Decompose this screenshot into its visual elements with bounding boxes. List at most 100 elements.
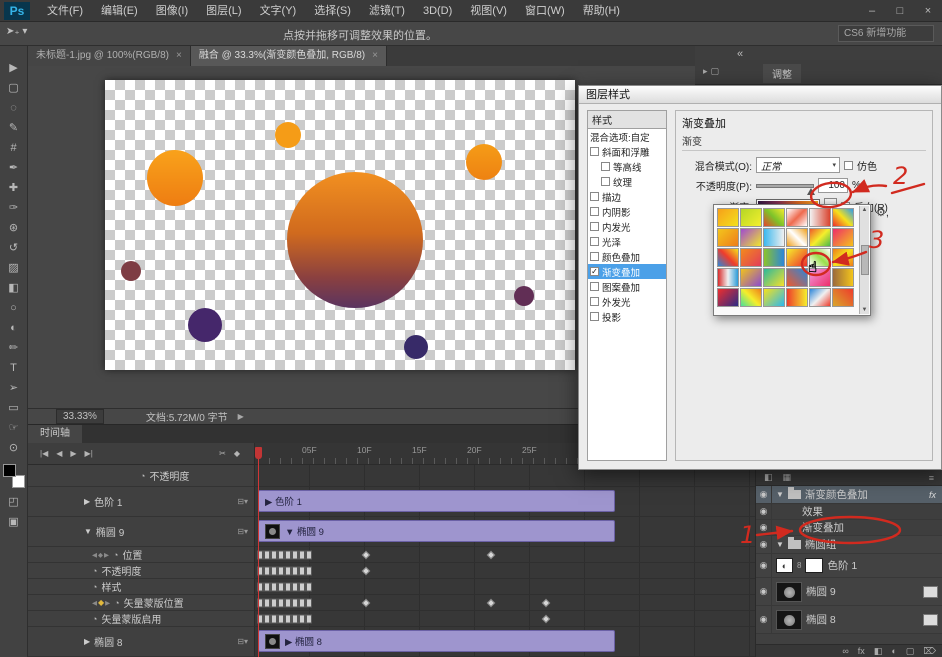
keyframe-nav-add-icon[interactable]: ◆ (98, 551, 103, 559)
stopwatch-icon[interactable]: ◔ (114, 598, 119, 608)
layers-header-icon-0[interactable]: ◧ (764, 472, 773, 483)
menu-item-2[interactable]: 图像(I) (147, 0, 197, 22)
layer-row-4[interactable]: ◉◐8色阶 1 (756, 554, 942, 578)
blur-tool[interactable]: ○ (2, 298, 26, 318)
workspace-switcher[interactable]: CS6 新增功能 (838, 25, 934, 42)
keyframe-cluster[interactable] (257, 566, 312, 575)
gradient-preset-23[interactable] (809, 268, 831, 287)
dither-checkbox[interactable] (844, 161, 853, 170)
keyframe-cluster[interactable] (257, 582, 312, 591)
timeline-lane[interactable] (255, 547, 755, 563)
maximize-button[interactable]: □ (886, 0, 914, 22)
keyframe-cluster[interactable] (257, 550, 312, 559)
style-checkbox[interactable] (590, 192, 599, 201)
layers-footer-icon-3[interactable]: ◐ (891, 646, 896, 656)
fx-badge[interactable]: fx (929, 490, 938, 500)
timeline-track-label[interactable]: ◔矢量蒙版启用 (28, 611, 255, 627)
menu-item-4[interactable]: 文字(Y) (251, 0, 306, 22)
timeline-track-label[interactable]: ◔不透明度 (28, 465, 255, 487)
prev-frame-button[interactable]: ◀ (52, 449, 66, 458)
style-item-7[interactable]: 光泽 (588, 234, 666, 249)
timeline-track-label[interactable]: ▶椭圆 8⊟▾ (28, 627, 255, 657)
tab-close-icon[interactable]: × (372, 46, 378, 66)
picker-scrollbar[interactable]: ▲▼ (859, 206, 869, 314)
stopwatch-icon[interactable]: ◔ (92, 582, 97, 592)
style-checkbox[interactable]: ✓ (590, 267, 599, 276)
timeline-lane[interactable] (255, 595, 755, 611)
keyframe-nav-prev-icon[interactable]: ◀ (92, 551, 97, 559)
style-checkbox[interactable] (590, 207, 599, 216)
timeline-track-label[interactable]: ▶色阶 1⊟▾ (28, 487, 255, 517)
visibility-eye-icon[interactable]: ◉ (756, 504, 772, 519)
keyframe-nav-add-icon[interactable]: ◆ (98, 598, 104, 607)
menu-item-0[interactable]: 文件(F) (38, 0, 92, 22)
gradient-preset-16[interactable] (786, 248, 808, 267)
stopwatch-icon[interactable]: ◔ (113, 550, 118, 560)
eyedropper-tool[interactable]: ✒ (2, 158, 26, 178)
circle-maroon-small[interactable] (121, 261, 141, 281)
keyframe-diamond[interactable] (362, 550, 370, 558)
gradient-preset-5[interactable] (809, 208, 831, 227)
layers-header-icon-2[interactable]: ≡ (929, 473, 934, 483)
quick-select-tool[interactable]: ✎ (2, 118, 26, 138)
visibility-eye-icon[interactable]: ◉ (756, 578, 772, 605)
style-checkbox[interactable] (590, 282, 599, 291)
style-item-4[interactable]: 描边 (588, 189, 666, 204)
style-checkbox[interactable] (590, 312, 599, 321)
style-item-8[interactable]: 颜色叠加 (588, 249, 666, 264)
opacity-value[interactable]: 100 (818, 178, 848, 193)
style-checkbox[interactable] (590, 252, 599, 261)
menu-item-6[interactable]: 滤镜(T) (360, 0, 414, 22)
tool-preset-icon[interactable]: ➤₊ ▾ (6, 26, 27, 37)
circle-large-center[interactable] (287, 172, 423, 308)
expander-icon[interactable]: ▼ (776, 540, 784, 549)
quick-mask-button[interactable]: ◰ (2, 492, 26, 512)
healing-brush-tool[interactable]: ✚ (2, 178, 26, 198)
duration-bar[interactable]: ▶ 椭圆 8 (258, 630, 615, 652)
circle-purple-left[interactable] (188, 308, 222, 342)
style-checkbox[interactable] (601, 177, 610, 186)
tab-timeline[interactable]: 时间轴 (28, 425, 82, 443)
layer-row-5[interactable]: ◉椭圆 9 (756, 578, 942, 606)
lasso-tool[interactable]: ◌ (2, 98, 26, 118)
visibility-eye-icon[interactable]: ◉ (756, 606, 772, 633)
keyframe-cluster[interactable] (257, 614, 312, 623)
visibility-eye-icon[interactable]: ◉ (756, 520, 772, 535)
stopwatch-icon[interactable]: ◔ (92, 566, 97, 576)
gradient-preset-6[interactable] (832, 208, 854, 227)
menu-item-8[interactable]: 视图(V) (461, 0, 516, 22)
gradient-tool[interactable]: ◧ (2, 278, 26, 298)
style-item-1[interactable]: 斜面和浮雕 (588, 144, 666, 159)
keyframe-diamond[interactable] (362, 598, 370, 606)
scroll-up-icon[interactable]: ▲ (862, 207, 868, 213)
stopwatch-icon[interactable]: ◔ (92, 614, 97, 624)
zoom-level[interactable]: 33.33% (56, 409, 104, 424)
style-item-0[interactable]: 混合选项:自定 (588, 129, 666, 144)
timeline-lane[interactable] (255, 611, 755, 627)
style-item-12[interactable]: 投影 (588, 309, 666, 324)
keyframe-nav-next-icon[interactable]: ▶ (104, 551, 109, 559)
gradient-preset-15[interactable] (763, 248, 785, 267)
move-tool[interactable]: ▶ (2, 58, 26, 78)
gradient-preset-10[interactable] (786, 228, 808, 247)
expander-icon[interactable]: ▼ (84, 527, 92, 536)
keyframe-diamond[interactable] (487, 598, 495, 606)
timeline-lane[interactable]: ▶ 色阶 1 (255, 487, 755, 517)
visibility-eye-icon[interactable]: ◉ (756, 554, 772, 577)
menu-item-3[interactable]: 图层(L) (197, 0, 250, 22)
menu-item-9[interactable]: 窗口(W) (516, 0, 574, 22)
style-item-10[interactable]: 图案叠加 (588, 279, 666, 294)
menu-item-5[interactable]: 选择(S) (305, 0, 360, 22)
eraser-tool[interactable]: ▨ (2, 258, 26, 278)
gradient-preset-3[interactable] (763, 208, 785, 227)
foreground-color-swatch[interactable] (3, 464, 16, 477)
gradient-preset-9[interactable] (763, 228, 785, 247)
style-checkbox[interactable] (590, 237, 599, 246)
minimize-button[interactable]: – (858, 0, 886, 22)
collapse-panels-icon[interactable]: « (737, 48, 743, 60)
layer-row-3[interactable]: ◉▼椭圆组 (756, 536, 942, 554)
dock-panel-icons[interactable]: ▸▢ (703, 66, 722, 77)
gradient-preset-27[interactable] (763, 288, 785, 307)
gradient-preset-20[interactable] (740, 268, 762, 287)
scissors-icon[interactable]: ✂ (215, 449, 230, 458)
